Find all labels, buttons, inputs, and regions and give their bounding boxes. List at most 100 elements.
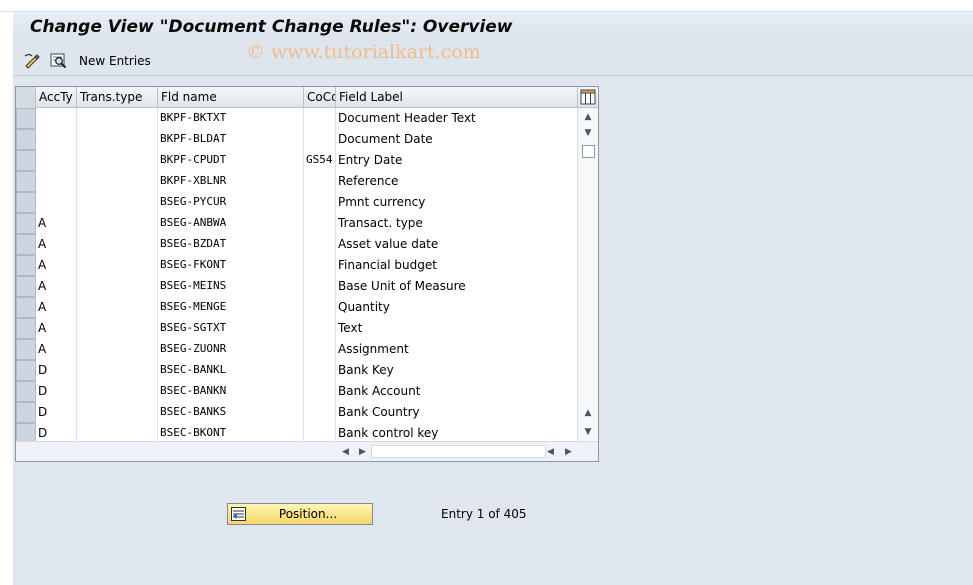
table-row[interactable]: D BSEC-BANKN Bank Account bbox=[16, 381, 578, 402]
cell-accty: A bbox=[36, 297, 77, 318]
row-selector[interactable] bbox=[16, 276, 36, 297]
cell-accty: A bbox=[36, 339, 77, 360]
row-selector[interactable] bbox=[16, 234, 36, 255]
horizontal-scrollbar[interactable]: ◀ ▶ ◀ ▶ bbox=[16, 441, 598, 461]
table-row[interactable]: BKPF-BLDAT Document Date bbox=[16, 129, 578, 150]
scroll-thumb[interactable] bbox=[582, 145, 595, 158]
cell-accty: D bbox=[36, 360, 77, 381]
select-all-column-header[interactable] bbox=[16, 87, 36, 108]
row-selector[interactable] bbox=[16, 318, 36, 339]
title-bar: Change View "Document Change Rules": Ove… bbox=[13, 12, 973, 42]
cell-accty: D bbox=[36, 381, 77, 402]
table-row[interactable]: D BSEC-BANKL Bank Key bbox=[16, 360, 578, 381]
new-entries-button[interactable]: New Entries bbox=[79, 54, 151, 68]
cell-cocd bbox=[304, 108, 336, 129]
row-selector[interactable] bbox=[16, 213, 36, 234]
table-row[interactable]: A BSEG-MEINS Base Unit of Measure bbox=[16, 276, 578, 297]
cell-cocd bbox=[304, 234, 336, 255]
row-selector[interactable] bbox=[16, 297, 36, 318]
cell-field-label: Reference bbox=[336, 171, 578, 192]
cell-trans-type bbox=[77, 297, 158, 318]
cell-fld-name: BSEG-FKONT bbox=[158, 255, 304, 276]
cell-trans-type bbox=[77, 234, 158, 255]
cell-fld-name: BSEG-SGTXT bbox=[158, 318, 304, 339]
scroll-up-icon[interactable]: ▲ bbox=[582, 111, 594, 123]
table-row[interactable]: BKPF-CPUDT GS54 Entry Date bbox=[16, 150, 578, 171]
cell-cocd bbox=[304, 255, 336, 276]
cell-field-label: Document Header Text bbox=[336, 108, 578, 129]
table-row[interactable]: A BSEG-FKONT Financial budget bbox=[16, 255, 578, 276]
vertical-scrollbar[interactable]: ▲ ▼ ▲ ▼ bbox=[579, 108, 598, 441]
scroll-left-end-icon[interactable]: ◀ bbox=[547, 447, 554, 457]
position-button[interactable]: Position... bbox=[227, 503, 373, 525]
cell-accty: A bbox=[36, 255, 77, 276]
cell-trans-type bbox=[77, 276, 158, 297]
cell-field-label: Bank Key bbox=[336, 360, 578, 381]
scroll-down-icon[interactable]: ▼ bbox=[582, 127, 594, 139]
table-row[interactable]: D BSEC-BANKS Bank Country bbox=[16, 402, 578, 423]
horizontal-scroll-track[interactable] bbox=[371, 445, 546, 458]
cell-fld-name: BSEG-BZDAT bbox=[158, 234, 304, 255]
cell-accty bbox=[36, 192, 77, 213]
column-header-accty[interactable]: AccTy bbox=[36, 87, 77, 108]
cell-accty bbox=[36, 129, 77, 150]
cell-cocd bbox=[304, 276, 336, 297]
row-selector[interactable] bbox=[16, 255, 36, 276]
scroll-page-down-icon[interactable]: ▼ bbox=[582, 426, 594, 438]
column-header-trans-type[interactable]: Trans.type bbox=[77, 87, 158, 108]
cell-field-label: Document Date bbox=[336, 129, 578, 150]
table-settings-icon[interactable] bbox=[580, 89, 596, 105]
table-row[interactable]: A BSEG-ANBWA Transact. type bbox=[16, 213, 578, 234]
table-row[interactable]: A BSEG-ZUONR Assignment bbox=[16, 339, 578, 360]
cell-field-label: Asset value date bbox=[336, 234, 578, 255]
cell-trans-type bbox=[77, 108, 158, 129]
row-selector[interactable] bbox=[16, 108, 36, 129]
cell-accty: A bbox=[36, 318, 77, 339]
watermark: © www.tutorialkart.com bbox=[246, 41, 481, 63]
cell-field-label: Entry Date bbox=[336, 150, 578, 171]
cell-cocd: GS54 bbox=[304, 150, 336, 171]
cell-accty bbox=[36, 171, 77, 192]
find-icon[interactable] bbox=[50, 52, 67, 69]
cell-trans-type bbox=[77, 381, 158, 402]
row-selector[interactable] bbox=[16, 171, 36, 192]
cell-fld-name: BSEC-BANKS bbox=[158, 402, 304, 423]
column-header-fld-name[interactable]: Fld name bbox=[158, 87, 304, 108]
cell-trans-type bbox=[77, 129, 158, 150]
scroll-left-icon[interactable]: ◀ bbox=[342, 447, 349, 457]
cell-cocd bbox=[304, 171, 336, 192]
cell-fld-name: BKPF-BKTXT bbox=[158, 108, 304, 129]
column-header-field-label[interactable]: Field Label bbox=[336, 87, 578, 108]
table-row[interactable]: BKPF-XBLNR Reference bbox=[16, 171, 578, 192]
row-selector[interactable] bbox=[16, 402, 36, 423]
column-header-cocd[interactable]: CoCd bbox=[304, 87, 336, 108]
cell-cocd bbox=[304, 381, 336, 402]
cell-fld-name: BKPF-CPUDT bbox=[158, 150, 304, 171]
row-selector[interactable] bbox=[16, 192, 36, 213]
cell-fld-name: BSEC-BANKN bbox=[158, 381, 304, 402]
row-selector[interactable] bbox=[16, 339, 36, 360]
scroll-right-end-icon[interactable]: ▶ bbox=[565, 447, 572, 457]
scroll-page-up-icon[interactable]: ▲ bbox=[582, 407, 594, 419]
change-display-icon[interactable] bbox=[24, 52, 41, 69]
table-row[interactable]: BSEG-PYCUR Pmnt currency bbox=[16, 192, 578, 213]
row-selector[interactable] bbox=[16, 150, 36, 171]
scroll-right-icon[interactable]: ▶ bbox=[359, 447, 366, 457]
cell-trans-type bbox=[77, 318, 158, 339]
row-selector[interactable] bbox=[16, 381, 36, 402]
row-selector[interactable] bbox=[16, 129, 36, 150]
cell-cocd bbox=[304, 339, 336, 360]
table-row[interactable]: A BSEG-SGTXT Text bbox=[16, 318, 578, 339]
cell-fld-name: BKPF-XBLNR bbox=[158, 171, 304, 192]
cell-field-label: Quantity bbox=[336, 297, 578, 318]
cell-trans-type bbox=[77, 339, 158, 360]
cell-field-label: Assignment bbox=[336, 339, 578, 360]
row-selector[interactable] bbox=[16, 360, 36, 381]
application-toolbar: New Entries bbox=[13, 46, 973, 76]
table-row[interactable]: A BSEG-BZDAT Asset value date bbox=[16, 234, 578, 255]
cell-fld-name: BSEG-PYCUR bbox=[158, 192, 304, 213]
cell-field-label: Transact. type bbox=[336, 213, 578, 234]
cell-fld-name: BSEG-ANBWA bbox=[158, 213, 304, 234]
table-row[interactable]: A BSEG-MENGE Quantity bbox=[16, 297, 578, 318]
table-row[interactable]: BKPF-BKTXT Document Header Text bbox=[16, 108, 578, 129]
